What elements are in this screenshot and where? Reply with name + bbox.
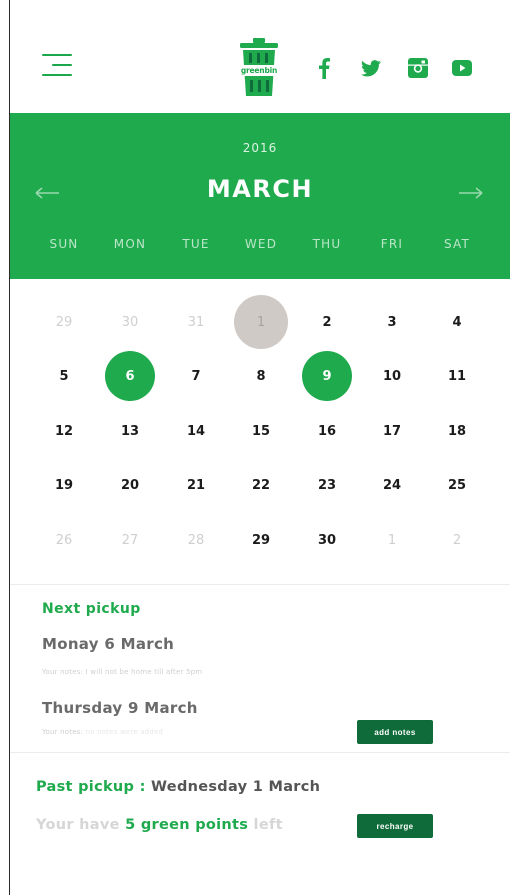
calendar-day[interactable]: 30: [299, 512, 355, 568]
calendar-day[interactable]: 30: [102, 294, 158, 350]
green-points-count: 5 green points: [125, 817, 249, 833]
calendar-day[interactable]: 24: [364, 457, 420, 513]
calendar-day[interactable]: 2: [299, 294, 355, 350]
next-pickup-title: Next pickup: [42, 601, 141, 617]
points-suffix: left: [248, 817, 283, 833]
greenbin-logo: greenbin: [235, 38, 283, 98]
calendar-day[interactable]: 13: [102, 403, 158, 459]
calendar-day[interactable]: 17: [364, 403, 420, 459]
greenbin-app: greenbin 2016 MARCH SUN MON TUE WED THU: [10, 0, 510, 895]
top-bar: greenbin: [10, 0, 510, 113]
calendar-day[interactable]: 14: [168, 403, 224, 459]
calendar-day-pickup[interactable]: 9: [302, 351, 352, 401]
calendar-day[interactable]: 19: [36, 457, 92, 513]
calendar-day[interactable]: 28: [168, 512, 224, 568]
youtube-icon[interactable]: [450, 56, 474, 80]
add-notes-button[interactable]: add notes: [357, 720, 433, 744]
calendar-day[interactable]: 23: [299, 457, 355, 513]
calendar-day[interactable]: 29: [233, 512, 289, 568]
year-label: 2016: [242, 141, 278, 155]
facebook-icon[interactable]: [316, 56, 332, 80]
calendar-day[interactable]: 29: [36, 294, 92, 350]
weekday-label: SAT: [443, 237, 471, 251]
past-pickup-date: Wednesday 1 March: [151, 779, 321, 795]
pickup-note: Your notes: I will not be home till afte…: [42, 668, 202, 676]
calendar-day-past-pickup[interactable]: 1: [234, 295, 288, 349]
calendar-day[interactable]: 3: [364, 294, 420, 350]
note-prefix: Your notes:: [42, 668, 86, 676]
green-points-line: Your have 5 green points left: [36, 817, 283, 833]
calendar-day[interactable]: 5: [36, 348, 92, 404]
calendar-day[interactable]: 20: [102, 457, 158, 513]
calendar-day[interactable]: 7: [168, 348, 224, 404]
calendar-day[interactable]: 21: [168, 457, 224, 513]
calendar-day[interactable]: 10: [364, 348, 420, 404]
calendar-day[interactable]: 11: [429, 348, 485, 404]
weekday-label: THU: [312, 237, 342, 251]
past-pickup-label: Past pickup: [36, 779, 135, 795]
note-prefix: Your notes:: [42, 728, 86, 736]
calendar-day[interactable]: 8: [233, 348, 289, 404]
divider: [10, 752, 510, 753]
calendar-day[interactable]: 15: [233, 403, 289, 459]
next-pickup-date: Monay 6 March: [42, 635, 175, 653]
calendar-day[interactable]: 22: [233, 457, 289, 513]
calendar-day[interactable]: 26: [36, 512, 92, 568]
logo-text: greenbin: [237, 65, 281, 76]
recharge-button[interactable]: recharge: [357, 814, 433, 838]
month-header: 2016 MARCH SUN MON TUE WED THU FRI SAT: [10, 113, 510, 279]
calendar-day[interactable]: 18: [429, 403, 485, 459]
calendar-day[interactable]: 25: [429, 457, 485, 513]
hamburger-menu-icon[interactable]: [42, 52, 74, 78]
weekday-label: TUE: [182, 237, 210, 251]
calendar-day[interactable]: 4: [429, 294, 485, 350]
weekday-label: FRI: [380, 237, 404, 251]
instagram-icon[interactable]: [407, 56, 429, 80]
month-title: MARCH: [206, 175, 314, 203]
next-month-arrow-icon[interactable]: [458, 185, 484, 201]
weekday-row: SUN MON TUE WED THU FRI SAT: [10, 237, 510, 257]
calendar-day[interactable]: 12: [36, 403, 92, 459]
pickup-note: Your notes: no notes were added: [42, 728, 163, 736]
calendar-day[interactable]: 16: [299, 403, 355, 459]
note-text: I will not be home till after 5pm: [85, 668, 203, 676]
calendar-day[interactable]: 1: [364, 512, 420, 568]
past-pickup-line: Past pickup : Wednesday 1 March: [36, 779, 320, 795]
weekday-label: SUN: [49, 237, 79, 251]
twitter-icon[interactable]: [360, 56, 382, 80]
weekday-label: WED: [244, 237, 278, 251]
next-pickup-date: Thursday 9 March: [42, 699, 198, 717]
calendar-day[interactable]: 31: [168, 294, 224, 350]
calendar-day[interactable]: 27: [102, 512, 158, 568]
calendar-day[interactable]: 2: [429, 512, 485, 568]
past-pickup-separator: :: [134, 779, 152, 795]
points-prefix: Your have: [36, 817, 126, 833]
calendar-grid: 29 30 31 1 2 3 4 5 6 7 8 9 10 11 12 13 14 15 16 17 18 19 20 21 2…: [10, 279, 510, 584]
weekday-label: MON: [113, 237, 147, 251]
calendar-day-pickup[interactable]: 6: [105, 351, 155, 401]
note-text: no notes were added: [85, 728, 164, 736]
divider: [10, 584, 510, 585]
